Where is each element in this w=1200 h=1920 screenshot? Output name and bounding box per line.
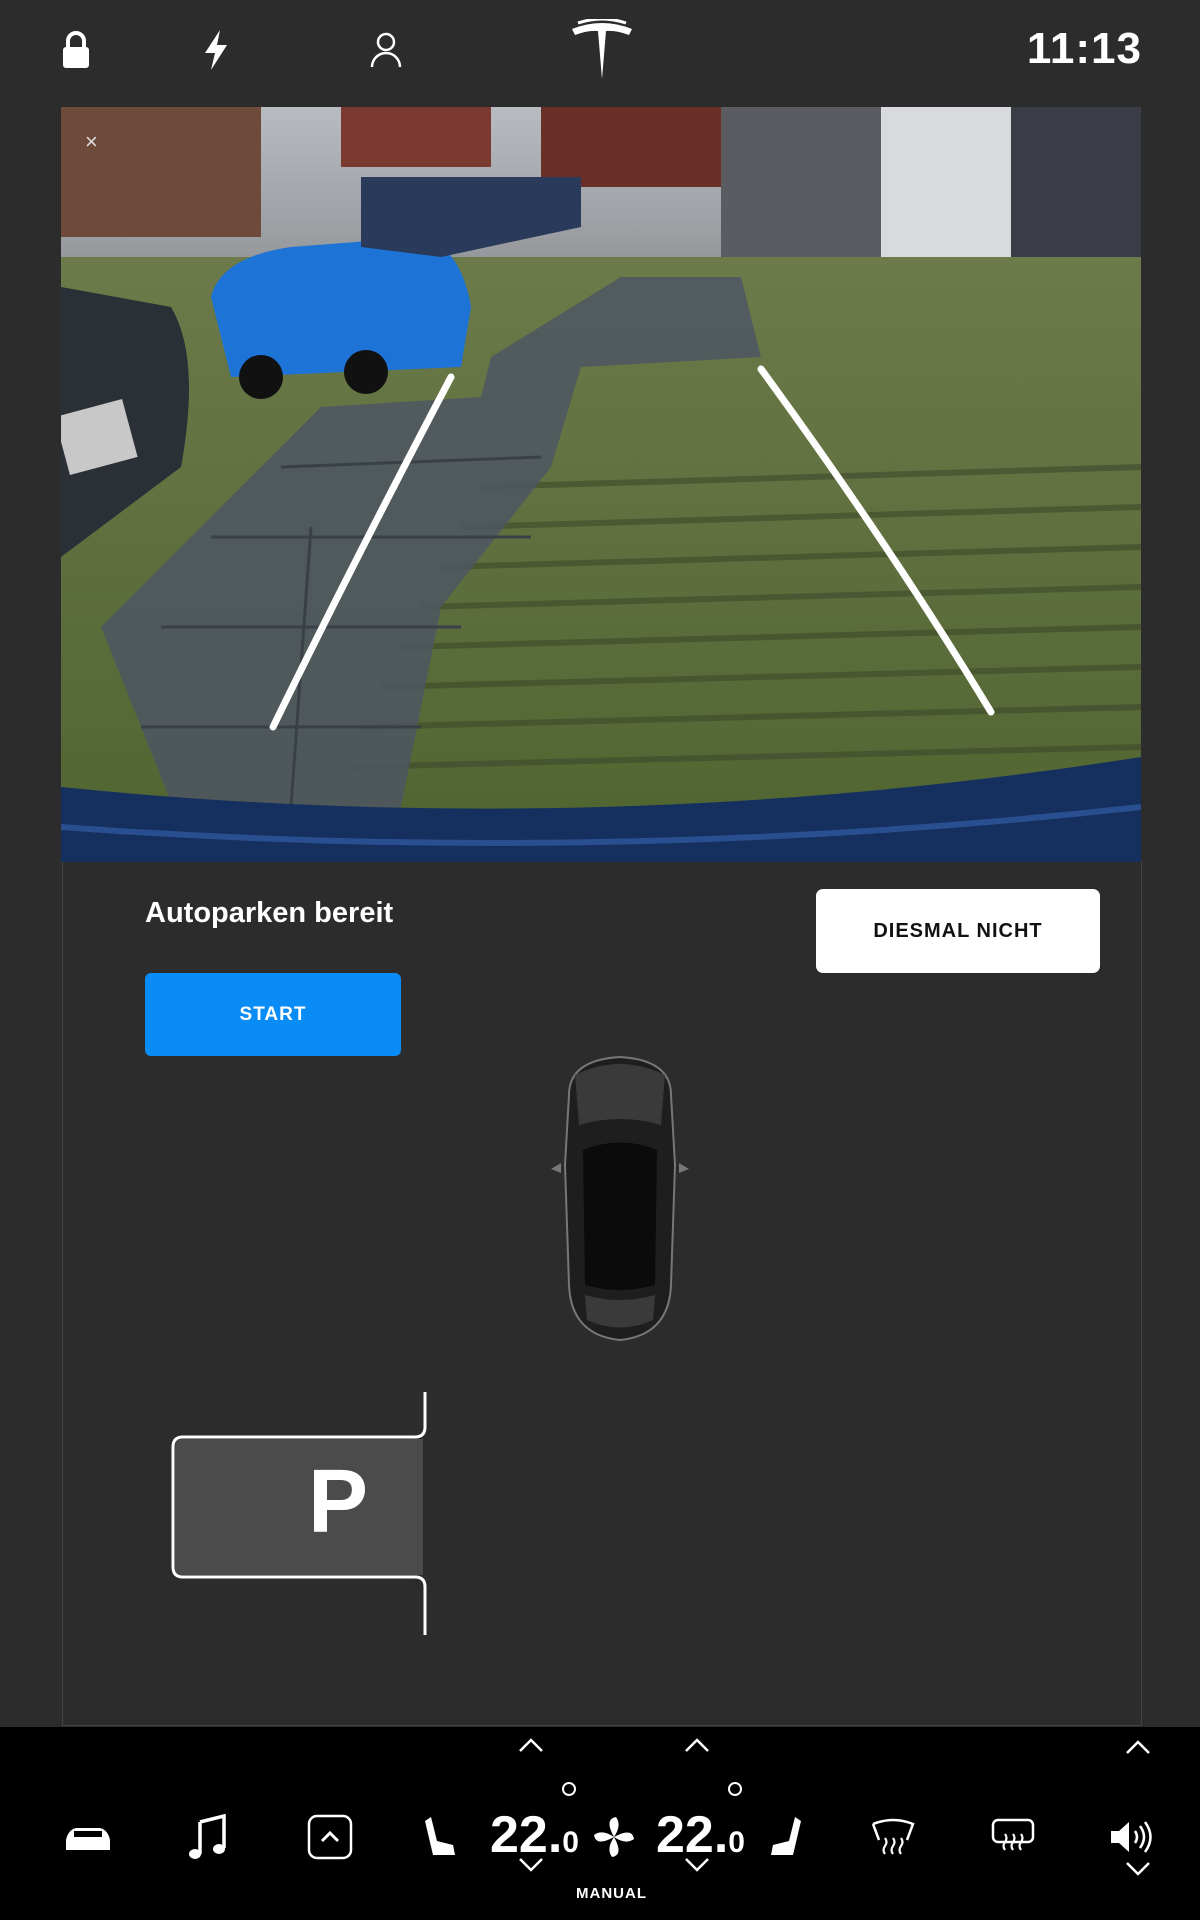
rear-defrost-icon[interactable]: [870, 1807, 916, 1867]
bolt-icon[interactable]: [186, 20, 246, 80]
start-button[interactable]: START: [145, 973, 401, 1056]
autopark-title: Autoparken bereit: [145, 897, 394, 929]
right-temperature: 22.0: [656, 1809, 745, 1861]
volume-icon[interactable]: [1108, 1807, 1154, 1867]
autopark-panel: Autoparken bereit DIESMAL NICHT START P: [62, 862, 1142, 1726]
right-temp-down-icon[interactable]: [684, 1857, 710, 1878]
right-temp-decimal: 0: [728, 1826, 745, 1859]
parking-spot[interactable]: P: [163, 1387, 463, 1692]
car-icon[interactable]: [60, 1807, 116, 1867]
seat-heater-right-icon[interactable]: [766, 1807, 806, 1867]
left-degree-symbol: [562, 1782, 576, 1796]
climate-mode-label[interactable]: MANUAL: [576, 1885, 647, 1902]
status-bar: 11:13: [0, 0, 1200, 105]
tesla-logo[interactable]: [562, 16, 642, 86]
volume-down-icon[interactable]: [1125, 1861, 1151, 1882]
volume-up-icon[interactable]: [1125, 1739, 1151, 1760]
music-icon[interactable]: [186, 1807, 230, 1867]
parking-spot-label: P: [307, 1452, 369, 1552]
lock-icon[interactable]: [46, 20, 106, 80]
right-temp-whole: 22.: [656, 1806, 729, 1864]
bottom-bar: 22.0 22.0 MANUAL: [0, 1727, 1200, 1920]
apps-icon[interactable]: [305, 1807, 355, 1867]
close-icon[interactable]: ×: [85, 131, 98, 153]
fan-icon[interactable]: [592, 1807, 636, 1867]
right-temp-up-icon[interactable]: [684, 1737, 710, 1758]
dismiss-button[interactable]: DIESMAL NICHT: [816, 889, 1100, 973]
front-defrost-icon[interactable]: [990, 1807, 1036, 1867]
left-temp-whole: 22.: [490, 1806, 563, 1864]
camera-image: [61, 107, 1141, 862]
clock: 11:13: [1026, 24, 1142, 73]
left-temp-decimal: 0: [562, 1826, 579, 1859]
car-top-view: [549, 1055, 691, 1350]
left-temp-down-icon[interactable]: [518, 1857, 544, 1878]
profile-icon[interactable]: [356, 20, 416, 80]
seat-heater-left-icon[interactable]: [420, 1807, 460, 1867]
right-degree-symbol: [728, 1782, 742, 1796]
left-temp-up-icon[interactable]: [518, 1737, 544, 1758]
left-temperature: 22.0: [490, 1809, 579, 1861]
rear-camera-view: ×: [61, 107, 1141, 862]
